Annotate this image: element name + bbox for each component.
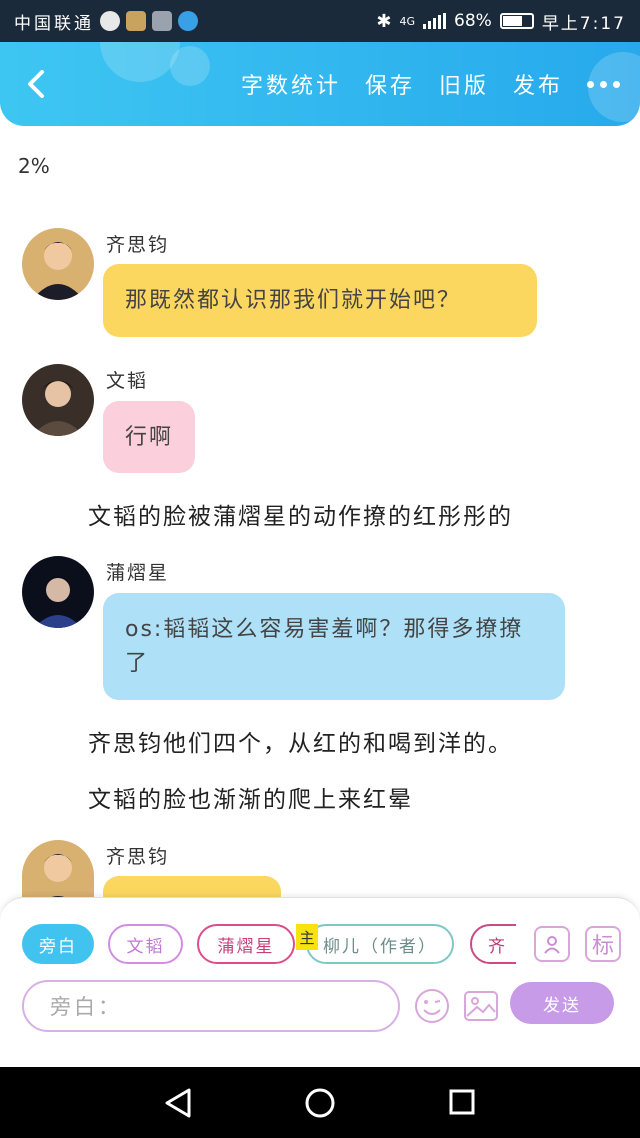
publish-button[interactable]: 发布 (513, 68, 563, 100)
more-dots-icon[interactable] (587, 80, 620, 88)
message-input[interactable]: 旁白： (22, 980, 400, 1032)
sender-name: 蒲熠星 (106, 562, 170, 584)
sender-name: 齐思钧 (106, 234, 170, 256)
message-bubble[interactable]: 那既然都认识那我们就开始吧？ (103, 264, 537, 337)
word-count-button[interactable]: 字数统计 (241, 68, 341, 100)
avatar-qisijun[interactable] (22, 840, 94, 897)
main-role-tag: 主 (296, 924, 318, 950)
decorative-bubble (170, 46, 210, 86)
status-bar: 中国联通 ✱ 4G 68% 早上7:17 (0, 0, 640, 42)
person-card-icon (544, 936, 560, 954)
carrier-label: 中国联通 (14, 13, 94, 34)
battery-icon (499, 13, 534, 29)
system-nav-bar (0, 1067, 640, 1138)
role-chip-author[interactable]: 柳儿（作者） (306, 924, 454, 964)
tag-button[interactable]: 标 (585, 926, 621, 962)
bluetooth-icon: ✱ (376, 10, 392, 32)
role-manage-button[interactable] (534, 926, 570, 962)
avatar-wentao[interactable] (22, 364, 94, 436)
sender-name: 齐思钧 (106, 846, 170, 868)
message-bubble-partial[interactable] (103, 876, 281, 897)
app-notification-icon (178, 11, 198, 31)
globe-notification-icon (100, 11, 120, 31)
save-button[interactable]: 保存 (365, 68, 415, 100)
image-button[interactable] (463, 988, 499, 1024)
time-label: 早上7:17 (541, 13, 626, 34)
chevron-left-icon (28, 70, 44, 98)
image-icon (464, 991, 498, 1021)
network-type-label: 4G (399, 14, 416, 28)
old-version-button[interactable]: 旧版 (439, 68, 489, 100)
recents-square-icon[interactable] (448, 1088, 476, 1116)
avatar-puyixing[interactable] (22, 556, 94, 628)
composer-panel: 旁白 文韬 蒲熠星 柳儿（作者） 主 齐 标 旁白： 发送 (0, 897, 640, 1067)
message-bubble[interactable]: 行啊 (103, 401, 195, 473)
role-chip-puyixing[interactable]: 蒲熠星 (197, 924, 295, 964)
back-button[interactable] (18, 64, 58, 104)
shield-notification-icon (126, 11, 146, 31)
role-chip-list: 旁白 文韬 蒲熠星 柳儿（作者） 主 齐 (22, 924, 516, 966)
input-placeholder: 旁白： (50, 995, 122, 1019)
emoji-icon (415, 989, 449, 1023)
decorative-bubble (100, 42, 180, 82)
sender-name: 文韬 (106, 370, 149, 392)
avatar-qisijun[interactable] (22, 228, 94, 300)
signal-icon (423, 13, 447, 29)
app-header: 字数统计 保存 旧版 发布 (0, 42, 640, 126)
send-button[interactable]: 发送 (510, 982, 614, 1024)
narration-text[interactable]: 文韬的脸也渐渐的爬上来红晕 (88, 780, 413, 814)
message-bubble[interactable]: os:韬韬这么容易害羞啊？那得多撩撩了 (103, 593, 565, 700)
home-circle-icon[interactable] (304, 1087, 336, 1119)
progress-text: 2% (18, 154, 50, 178)
back-triangle-icon[interactable] (163, 1087, 193, 1119)
narration-text[interactable]: 齐思钧他们四个，从红的和喝到洋的。 (88, 724, 513, 758)
role-chip-narrator[interactable]: 旁白 (22, 924, 94, 964)
huawei-notification-icon (152, 11, 172, 31)
role-chip-qisijun[interactable]: 齐 (470, 924, 516, 964)
narration-text[interactable]: 文韬的脸被蒲熠星的动作撩的红彤彤的 (88, 497, 513, 531)
emoji-button[interactable] (414, 988, 450, 1024)
battery-percent: 68% (454, 11, 492, 31)
role-chip-wentao[interactable]: 文韬 (108, 924, 183, 964)
